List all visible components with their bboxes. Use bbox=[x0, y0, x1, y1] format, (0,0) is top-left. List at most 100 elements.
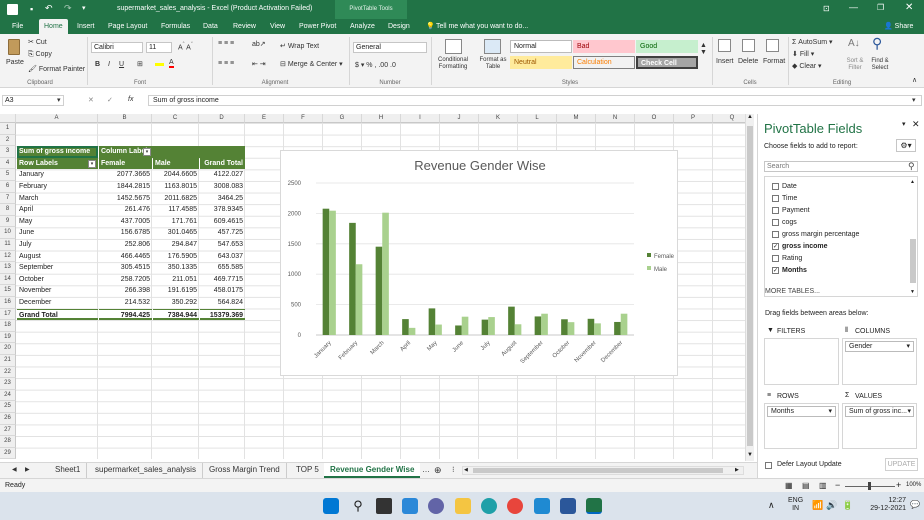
pivot-value-cell[interactable]: 564.824 bbox=[200, 297, 245, 309]
column-labels-filter-icon[interactable]: ▾ bbox=[143, 148, 151, 157]
autosum-button[interactable]: Σ AutoSum ▾ bbox=[792, 38, 833, 46]
pivot-value-cell[interactable]: 117.4585 bbox=[153, 204, 199, 216]
delete-cells-icon[interactable] bbox=[742, 39, 755, 52]
row-header[interactable]: 27 bbox=[0, 424, 16, 437]
file-explorer-icon[interactable] bbox=[455, 498, 471, 514]
sheet-tab-supermarket[interactable]: supermarket_sales_analysis bbox=[89, 463, 203, 478]
enter-icon[interactable]: ✓ bbox=[107, 96, 113, 104]
name-box[interactable]: A3 bbox=[2, 95, 64, 106]
column-header[interactable]: D bbox=[199, 114, 245, 123]
wifi-icon[interactable]: 📶 bbox=[812, 500, 823, 511]
zoom-level[interactable]: 100% bbox=[906, 482, 921, 488]
sheet-tab-sheet1[interactable]: Sheet1 bbox=[49, 463, 88, 478]
grand-total-value[interactable]: 7384.944 bbox=[153, 308, 199, 321]
pivot-value-cell[interactable]: 1844.2815 bbox=[99, 181, 152, 193]
row-header[interactable]: 24 bbox=[0, 389, 16, 402]
format-as-table-icon[interactable] bbox=[484, 39, 501, 54]
grow-font-icon[interactable]: Aˆ Aˇ bbox=[178, 42, 193, 51]
column-header[interactable]: B bbox=[98, 114, 152, 123]
pivot-value-header[interactable]: Sum of gross income bbox=[17, 146, 98, 158]
pivot-value-cell[interactable]: 3464.25 bbox=[200, 193, 245, 205]
field-checkbox[interactable]: ✓ bbox=[772, 243, 779, 250]
grand-total-label[interactable]: Grand Total bbox=[17, 308, 98, 321]
normal-view-icon[interactable]: ▦ bbox=[785, 481, 793, 490]
fx-icon[interactable]: fx bbox=[128, 96, 133, 103]
scroll-up-icon[interactable]: ▲ bbox=[747, 114, 753, 120]
select-all-corner[interactable] bbox=[0, 114, 16, 123]
hscroll-left-icon[interactable]: ◀ bbox=[464, 467, 468, 473]
field-item[interactable]: Payment bbox=[772, 207, 810, 214]
pivot-value-cell[interactable]: 469.7715 bbox=[200, 274, 245, 286]
row-header[interactable]: 23 bbox=[0, 378, 16, 390]
horizontal-scrollbar[interactable]: ◀ ▶ bbox=[462, 466, 744, 475]
field-item[interactable]: Date bbox=[772, 183, 797, 190]
quick-access-dropdown-icon[interactable]: ▾ bbox=[82, 4, 86, 12]
pivot-value-cell[interactable]: 305.4515 bbox=[99, 262, 152, 274]
pivot-value-cell[interactable]: 655.585 bbox=[200, 262, 245, 274]
row-header[interactable]: 25 bbox=[0, 401, 16, 413]
field-item[interactable]: ✓ Months bbox=[772, 267, 807, 274]
styles-more-icon[interactable]: ▲ ▼ bbox=[700, 42, 707, 56]
field-checkbox[interactable] bbox=[772, 207, 779, 214]
vertical-scrollbar[interactable]: ▲ ▼ bbox=[745, 114, 754, 461]
row-header[interactable]: 19 bbox=[0, 331, 16, 344]
values-field-gross-income[interactable]: Sum of gross inc... ▾ bbox=[845, 406, 914, 417]
tab-power-pivot[interactable]: Power Pivot bbox=[299, 19, 336, 34]
row-header[interactable]: 1 bbox=[0, 123, 16, 135]
pivot-row-labels[interactable]: Row Labels bbox=[17, 157, 98, 170]
share-button[interactable]: 👤 Share bbox=[884, 19, 913, 34]
column-header[interactable]: I bbox=[401, 114, 440, 123]
word-icon[interactable] bbox=[560, 498, 576, 514]
font-name-select[interactable]: Calibri bbox=[91, 42, 143, 53]
pivot-value-cell[interactable]: 261.476 bbox=[99, 204, 152, 216]
row-header[interactable]: 4 bbox=[0, 157, 16, 170]
field-item[interactable]: gross margin percentage bbox=[772, 231, 859, 238]
pane-close-icon[interactable]: ✕ bbox=[912, 119, 920, 130]
column-header[interactable]: M bbox=[557, 114, 596, 123]
column-header[interactable]: J bbox=[440, 114, 479, 123]
sheet-tab-gross-margin[interactable]: Gross Margin Trend bbox=[203, 463, 287, 478]
pivot-value-cell[interactable]: 458.0175 bbox=[200, 285, 245, 297]
zoom-out-icon[interactable]: − bbox=[835, 480, 840, 490]
row-header[interactable]: 7 bbox=[0, 192, 16, 205]
pivot-row-label[interactable]: June bbox=[17, 227, 98, 239]
close-icon[interactable]: ✕ bbox=[905, 2, 913, 13]
pivot-value-cell[interactable]: 547.653 bbox=[200, 239, 245, 251]
zoom-slider-thumb[interactable] bbox=[868, 482, 871, 490]
row-header[interactable]: 8 bbox=[0, 204, 16, 216]
format-cells-button[interactable]: Format bbox=[763, 58, 785, 65]
paste-icon[interactable] bbox=[8, 39, 20, 55]
pivot-value-cell[interactable]: 301.0465 bbox=[153, 227, 199, 239]
grand-total-value[interactable]: 15379.369 bbox=[200, 308, 245, 321]
pivot-value-cell[interactable]: 294.847 bbox=[153, 239, 199, 251]
tools-gear-icon[interactable]: ⚙▾ bbox=[896, 139, 916, 152]
tab-design[interactable]: Design bbox=[388, 19, 410, 34]
pivot-row-label[interactable]: July bbox=[17, 239, 98, 251]
columns-drop-area[interactable]: Gender ▾ bbox=[842, 338, 917, 385]
field-checkbox[interactable] bbox=[772, 183, 779, 190]
grand-total-value[interactable]: 7994.425 bbox=[99, 308, 152, 321]
align-left-icon[interactable]: ≡ ≡ ≡ bbox=[218, 60, 234, 67]
tab-insert[interactable]: Insert bbox=[77, 19, 95, 34]
collapse-ribbon-icon[interactable]: ∧ bbox=[912, 76, 917, 84]
row-header[interactable]: 21 bbox=[0, 355, 16, 367]
row-header[interactable]: 28 bbox=[0, 436, 16, 448]
row-header[interactable]: 18 bbox=[0, 320, 16, 332]
pivot-value-cell[interactable]: 252.806 bbox=[99, 239, 152, 251]
find-select-button[interactable]: Find & Select bbox=[867, 58, 893, 72]
style-calculation[interactable]: Calculation bbox=[573, 56, 635, 69]
row-header[interactable]: 22 bbox=[0, 366, 16, 379]
tab-data[interactable]: Data bbox=[203, 19, 218, 34]
minimize-icon[interactable]: — bbox=[849, 2, 858, 12]
restore-ribbon-icon[interactable]: ⊡ bbox=[823, 4, 830, 13]
pivot-value-cell[interactable]: 1452.5675 bbox=[99, 193, 152, 205]
merge-center-button[interactable]: ⊟ Merge & Center ▾ bbox=[280, 60, 343, 68]
pivot-value-cell[interactable]: 378.9345 bbox=[200, 204, 245, 216]
align-top-icon[interactable]: ≡ ≡ ≡ bbox=[218, 40, 234, 47]
vscode-icon[interactable] bbox=[534, 498, 550, 514]
page-break-view-icon[interactable]: ▥ bbox=[819, 481, 827, 490]
battery-icon[interactable]: 🔋 bbox=[842, 500, 853, 511]
field-checkbox[interactable]: ✓ bbox=[772, 267, 779, 274]
style-good[interactable]: Good bbox=[636, 40, 698, 53]
pivot-value-cell[interactable]: 643.037 bbox=[200, 251, 245, 263]
